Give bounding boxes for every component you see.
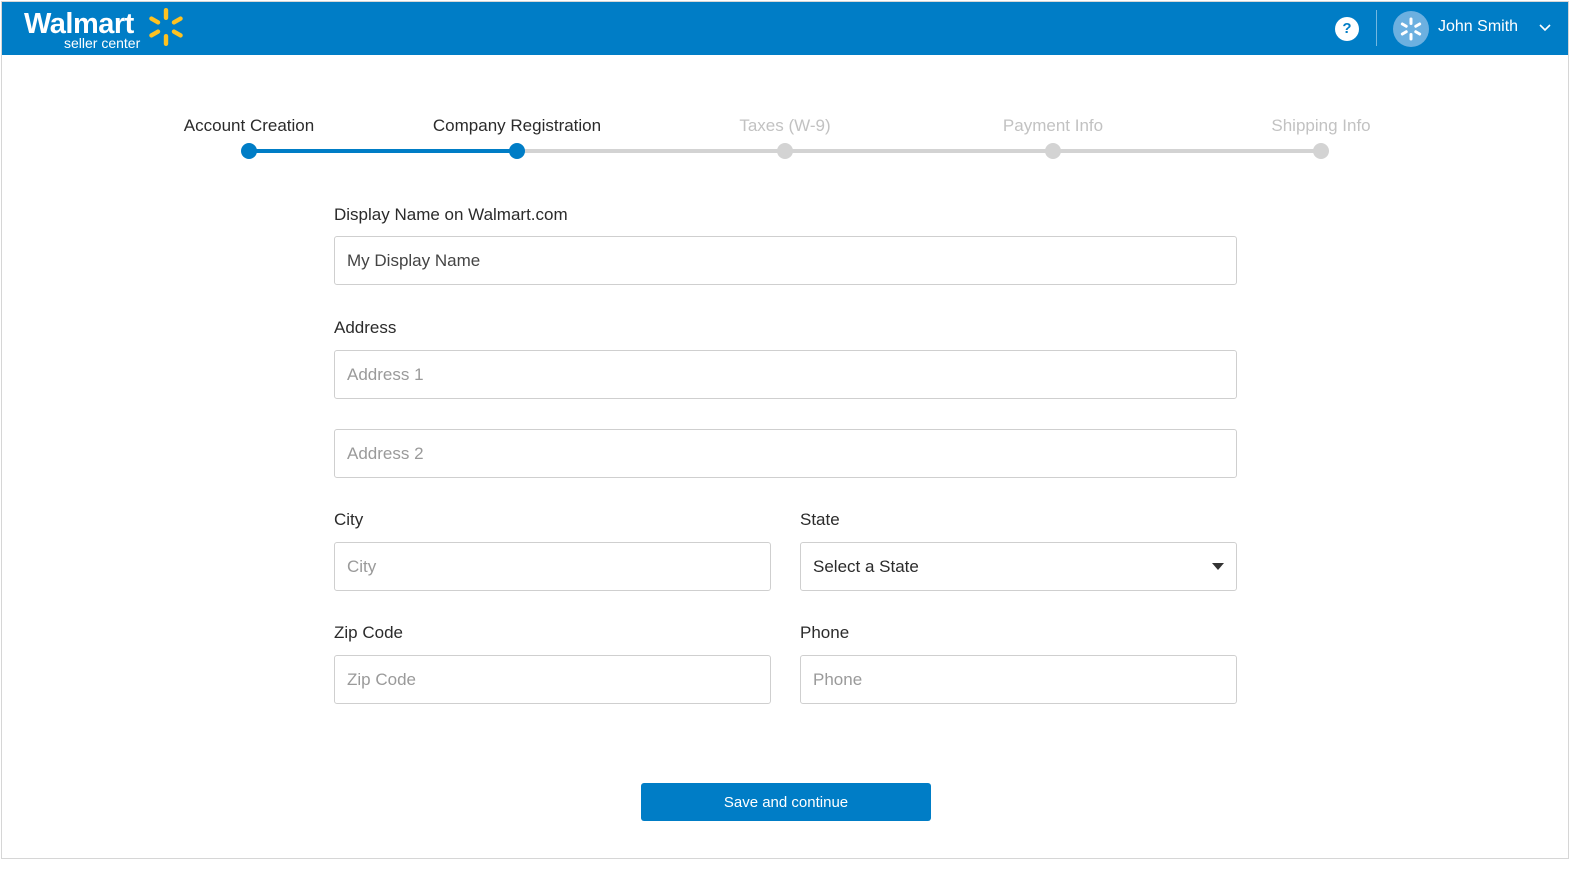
step-label-taxes: Taxes (W-9): [739, 116, 831, 135]
address-line2-input[interactable]: [334, 429, 1237, 478]
step-dot-company-registration[interactable]: [509, 143, 525, 159]
display-name-label: Display Name on Walmart.com: [334, 205, 568, 224]
top-header: Walmart seller center ? John Smith: [2, 2, 1568, 55]
help-icon[interactable]: ?: [1335, 17, 1359, 41]
state-select[interactable]: Select a State: [800, 542, 1237, 591]
seller-registration-window: Walmart seller center ? John Smith Accou…: [1, 1, 1569, 859]
phone-input[interactable]: [800, 655, 1237, 704]
spark-icon: [149, 8, 183, 46]
phone-label: Phone: [800, 623, 850, 642]
stepper-track-complete: [249, 149, 517, 153]
stepper-track-remaining: [517, 149, 1321, 153]
state-select-value: Select a State: [813, 557, 919, 576]
step-dot-account-creation[interactable]: [241, 143, 257, 159]
display-name-input[interactable]: [334, 236, 1237, 285]
logo-subtitle: seller center: [64, 35, 141, 51]
header-divider: [1376, 10, 1377, 46]
address-line1-input[interactable]: [334, 350, 1237, 399]
step-dot-shipping-info[interactable]: [1313, 143, 1329, 159]
city-input[interactable]: [334, 542, 771, 591]
address-label: Address: [334, 318, 397, 337]
walmart-seller-center-logo[interactable]: Walmart seller center: [24, 6, 194, 52]
step-label-company-registration: Company Registration: [432, 116, 602, 135]
user-name[interactable]: John Smith: [1438, 18, 1518, 36]
step-label-payment-info: Payment Info: [1002, 116, 1104, 135]
step-label-shipping-info: Shipping Info: [1271, 116, 1371, 135]
zip-code-label: Zip Code: [334, 623, 403, 642]
step-dot-taxes[interactable]: [777, 143, 793, 159]
save-and-continue-button[interactable]: Save and continue: [641, 783, 931, 821]
city-label: City: [334, 510, 364, 529]
step-label-account-creation: Account Creation: [183, 116, 315, 135]
zip-code-input[interactable]: [334, 655, 771, 704]
state-label: State: [800, 510, 840, 529]
step-dot-payment-info[interactable]: [1045, 143, 1061, 159]
avatar-spark-icon: [1400, 17, 1422, 41]
caret-down-icon: [1212, 563, 1224, 570]
chevron-down-icon[interactable]: [1538, 20, 1552, 34]
user-avatar[interactable]: [1393, 11, 1429, 47]
